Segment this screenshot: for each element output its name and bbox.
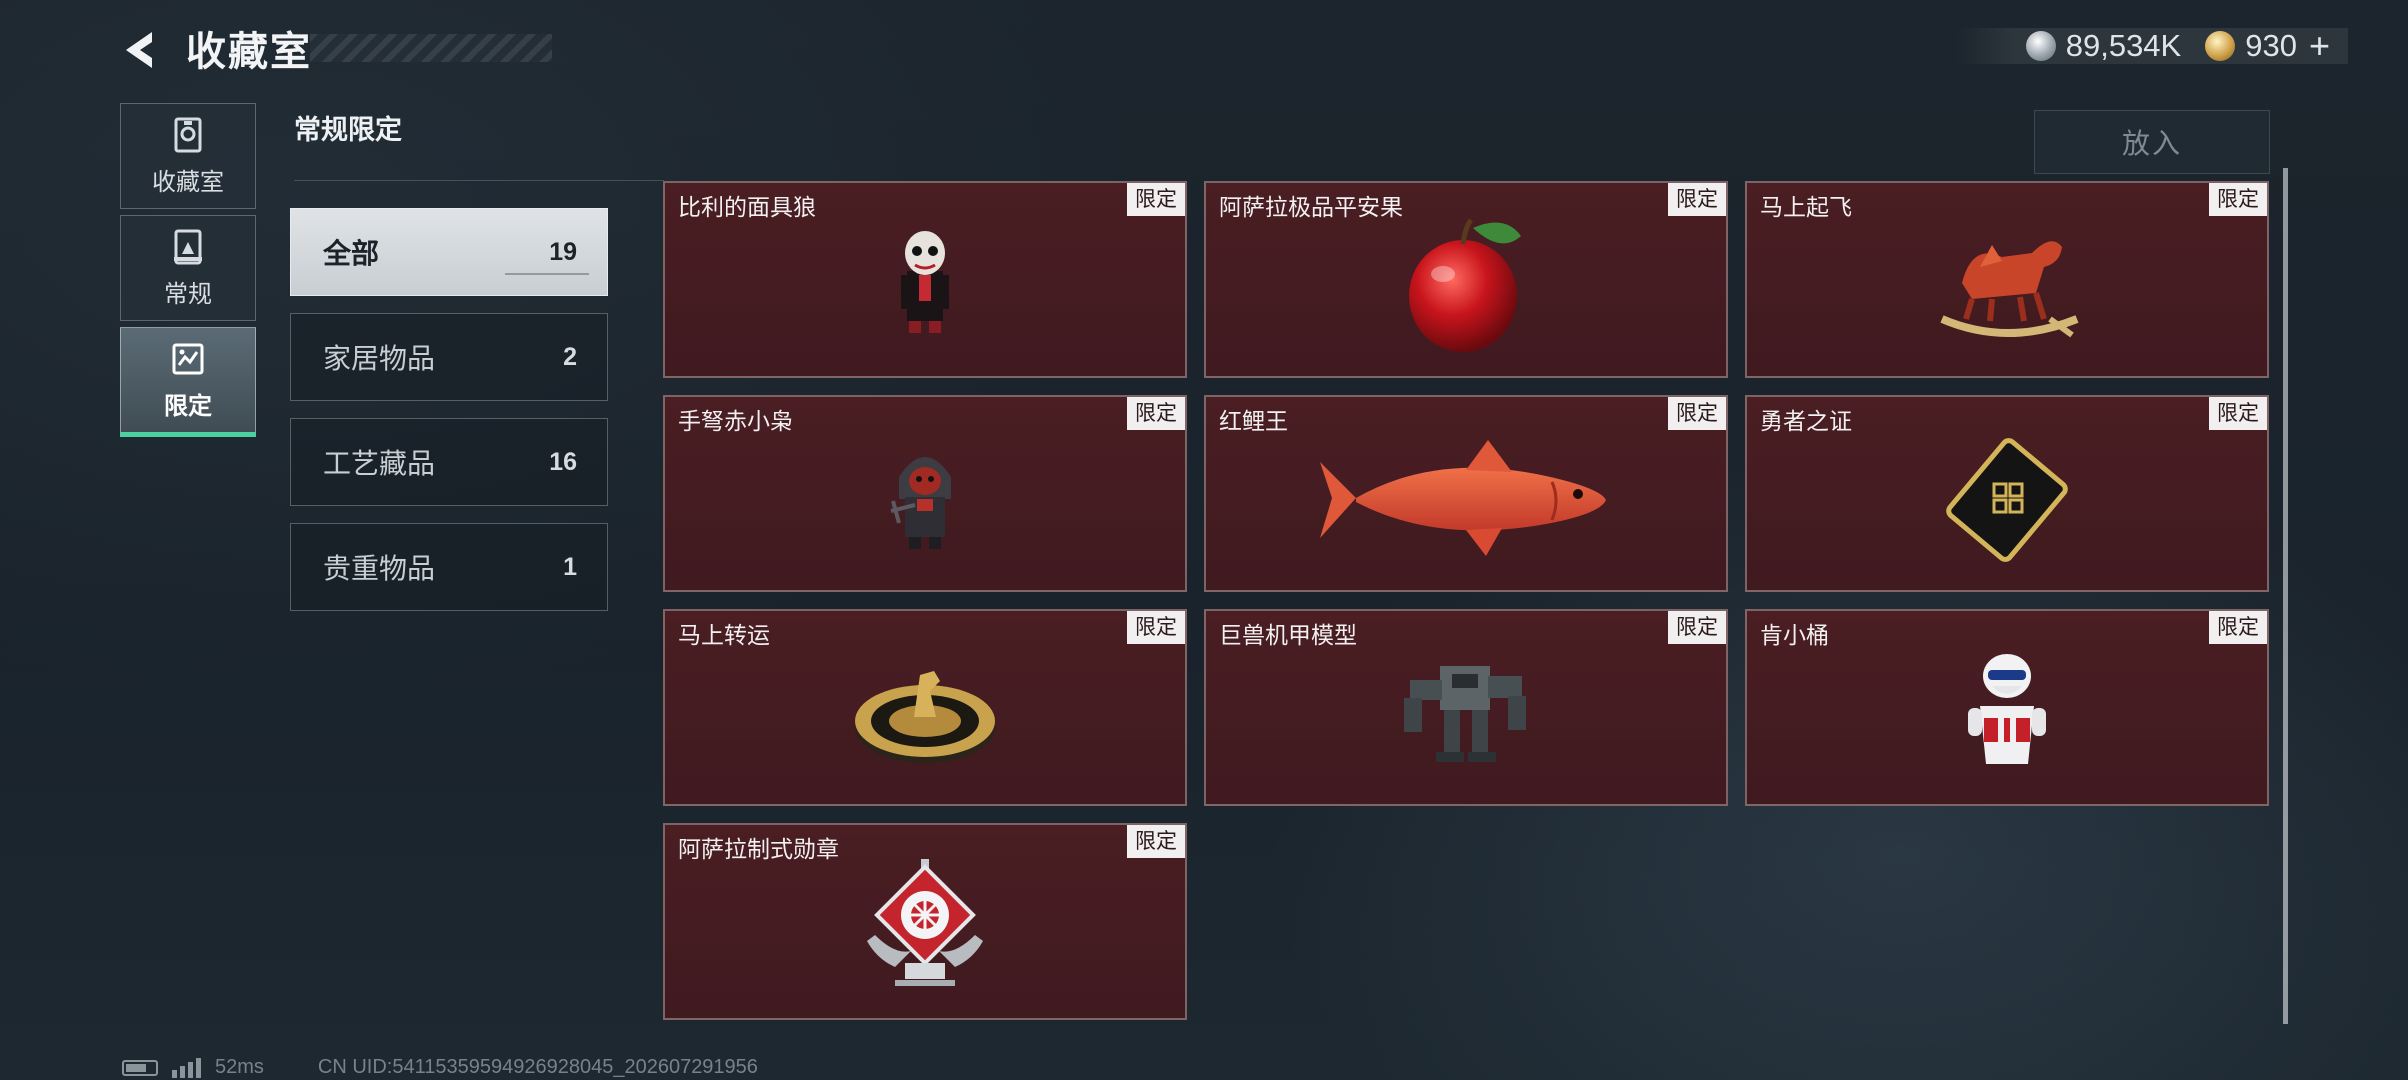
item-card[interactable]: 勇者之证 限定 [1745,395,2269,592]
medal-icon [867,859,983,986]
horse-compass-icon [855,671,995,763]
active-underline [505,273,589,275]
add-currency-button[interactable]: + [2309,25,2330,67]
limited-badge: 限定 [1668,397,1726,430]
item-name: 阿萨拉极品平安果 [1219,194,1403,220]
scroll-thumb[interactable] [2283,168,2288,1024]
category-label: 工艺藏品 [323,448,436,479]
category-craft-items[interactable]: 工艺藏品 16 [290,418,608,506]
item-card[interactable]: 马上起飞 限定 [1745,181,2269,378]
place-in-button[interactable]: 放入 [2034,110,2270,174]
category-all[interactable]: 全部 19 [290,208,608,296]
limited-badge: 限定 [1127,397,1185,430]
item-name: 勇者之证 [1760,408,1852,434]
signal-icon [172,1057,201,1078]
category-home-items[interactable]: 家居物品 2 [290,313,608,401]
limited-badge: 限定 [1127,611,1185,644]
silver-amount: 89,534K [2065,28,2182,63]
category-count: 19 [549,237,577,266]
battery-icon [122,1059,158,1076]
item-card[interactable]: 肯小桶 限定 [1745,609,2269,806]
mech-model-icon [1404,666,1526,762]
rocking-horse-icon [1940,241,2079,338]
category-label: 家居物品 [323,343,436,374]
limited-badge: 限定 [1668,611,1726,644]
item-card[interactable]: 红鲤王 限定 [1204,395,1728,592]
limited-badge: 限定 [2209,611,2267,644]
red-carp-icon [1320,440,1606,556]
rail-label: 收藏室 [152,168,224,196]
item-name: 比利的面具狼 [678,194,816,220]
collection-room-icon [174,117,202,152]
red-apple-icon [1409,218,1521,352]
category-list: 全部 19 家居物品 2 工艺藏品 16 贵重物品 1 [290,208,608,628]
category-count: 2 [563,342,577,371]
regular-icon [174,229,202,264]
category-count: 16 [549,447,577,476]
silver-coin-icon [2025,31,2056,61]
section-title: 常规限定 [294,115,402,145]
item-name: 马上起飞 [1760,194,1852,220]
limited-icon [172,343,204,374]
silver-currency: 89,534K [2025,28,2182,64]
item-grid: 比利的面具狼 限定 阿萨拉极品平安果 限定 马上起飞 限定 手弩赤小枭 限定 红… [663,181,2269,1022]
item-name: 手弩赤小枭 [678,408,793,434]
rail-tab-regular[interactable]: 常规 [120,215,256,321]
ping-text: 52ms [215,1056,264,1078]
status-footer: 52ms CN UID:54115359594926928045_2026072… [122,1056,758,1079]
gold-coin-icon [2205,31,2236,61]
currency-bar: 89,534K 930 + [1955,25,2348,67]
limited-badge: 限定 [1127,825,1185,858]
rail-tab-collection-room[interactable]: 收藏室 [120,103,256,209]
back-arrow-icon [126,32,152,68]
section-divider [294,180,664,181]
item-name: 肯小桶 [1760,622,1829,648]
item-card[interactable]: 马上转运 限定 [663,609,1187,806]
limited-badge: 限定 [2209,397,2267,430]
billy-mask-figure-icon [901,231,949,333]
category-valuables[interactable]: 贵重物品 1 [290,523,608,611]
rail-label: 限定 [164,392,212,420]
item-card[interactable]: 手弩赤小枭 限定 [663,395,1187,592]
back-button[interactable] [118,26,166,74]
gold-currency[interactable]: 930 + [2205,25,2330,67]
left-rail: 收藏室 常规 限定 [120,103,258,437]
uid-text: CN UID:54115359594926928045_202607291956 [317,1056,758,1078]
item-card[interactable]: 巨兽机甲模型 限定 [1204,609,1728,806]
title-decoration [310,34,552,62]
limited-badge: 限定 [1668,183,1726,216]
item-name: 红鲤王 [1219,408,1288,434]
category-count: 1 [563,552,577,581]
item-card[interactable]: 比利的面具狼 限定 [663,181,1187,378]
page-title: 收藏室 [186,30,312,74]
item-name: 阿萨拉制式勋章 [678,836,839,862]
limited-badge: 限定 [2209,183,2267,216]
item-name: 巨兽机甲模型 [1219,622,1357,648]
limited-badge: 限定 [1127,183,1185,216]
hooded-crossbow-figure-icon [890,457,951,549]
item-card[interactable]: 阿萨拉极品平安果 限定 [1204,181,1728,378]
item-name: 马上转运 [678,622,770,648]
bucket-figure-icon [1968,654,2046,764]
rail-tab-limited[interactable]: 限定 [120,327,256,437]
top-bar: 收藏室 89,534K 930 + [0,0,2408,100]
gold-card-icon [1946,438,2068,562]
scrollbar[interactable] [2283,168,2288,1024]
rail-label: 常规 [164,280,212,308]
gold-amount: 930 [2245,28,2297,63]
category-label: 贵重物品 [323,553,436,584]
item-card[interactable]: 阿萨拉制式勋章 限定 [663,823,1187,1020]
page-title-wrap: 收藏室 [186,22,312,74]
category-label: 全部 [323,238,380,269]
